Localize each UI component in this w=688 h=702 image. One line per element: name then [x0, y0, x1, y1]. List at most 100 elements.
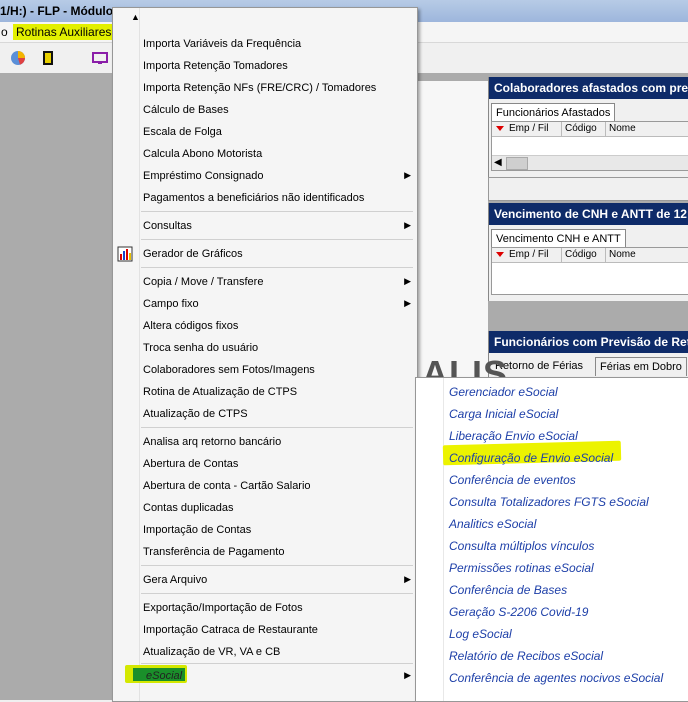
menu-item-colaboradores-sem-fotos[interactable]: Colaboradores sem Fotos/Imagens [113, 360, 417, 380]
submenu-arrow-icon: ▶ [404, 574, 411, 584]
menu-item-campo-fixo[interactable]: Campo fixo ▶ [113, 294, 417, 314]
menu-item-calculo-bases[interactable]: Cálculo de Bases [113, 100, 417, 120]
submenu-item-conferencia-eventos[interactable]: Conferência de eventos [416, 468, 688, 490]
submenu-item-analitics[interactable]: Analitics eSocial [416, 512, 688, 534]
menu-item-label: Atualização de VR, VA e CB [143, 646, 281, 658]
menu-item-atualizacao-ctps[interactable]: Atualização de CTPS [113, 404, 417, 424]
menu-item-abertura-cartao[interactable]: Abertura de conta - Cartão Salario [113, 476, 417, 496]
panel-title: Colaboradores afastados com previ [489, 77, 688, 99]
submenu-item-label: Analitics eSocial [449, 517, 537, 531]
menu-item-label: Troca senha do usuário [143, 342, 259, 354]
submenu-item-conferencia-bases[interactable]: Conferência de Bases [416, 578, 688, 600]
menu-item-rotina-ctps[interactable]: Rotina de Atualização de CTPS [113, 382, 417, 402]
submenu-item-label: Conferência de agentes nocivos eSocial [449, 671, 664, 685]
submenu-item-label: Log eSocial [449, 627, 512, 641]
rotinas-auxiliares-menu: ▲ Importa Variáveis da Frequência Import… [112, 7, 418, 702]
scroll-left-icon[interactable]: ◀ [494, 157, 502, 168]
menu-scroll-up-icon[interactable]: ▲ [131, 12, 140, 22]
menu-item-copia-move[interactable]: Copia / Move / Transfere ▶ [113, 272, 417, 292]
submenu-item-label: Permissões rotinas eSocial [449, 561, 594, 575]
toolbar [0, 43, 120, 73]
submenu-item-carga-inicial[interactable]: Carga Inicial eSocial [416, 402, 688, 424]
menu-item-label: Altera códigos fixos [143, 320, 239, 332]
menu-item-contas-duplicadas[interactable]: Contas duplicadas [113, 498, 417, 518]
submenu-item-gerenciador[interactable]: Gerenciador eSocial [416, 380, 688, 402]
menu-item-importa-variaveis[interactable]: Importa Variáveis da Frequência [113, 34, 417, 54]
data-grid[interactable]: Emp / Fil Código Nome ◀ [491, 121, 688, 171]
submenu-item-totalizadores-fgts[interactable]: Consulta Totalizadores FGTS eSocial [416, 490, 688, 512]
sort-triangle-icon[interactable] [496, 126, 504, 131]
submenu-item-multiplos-vinculos[interactable]: Consulta múltiplos vínculos [416, 534, 688, 556]
menu-item-gerador-graficos[interactable]: Gerador de Gráficos [113, 244, 417, 264]
menu-item-exportacao-fotos[interactable]: Exportação/Importação de Fotos [113, 598, 417, 618]
menu-rotinas-auxiliares[interactable]: Rotinas Auxiliares [13, 24, 115, 40]
col-emp-fil[interactable]: Emp / Fil [506, 122, 562, 136]
tab-funcionarios-afastados[interactable]: Funcionários Afastados [491, 103, 616, 122]
submenu-item-s2206-covid[interactable]: Geração S-2206 Covid-19 [416, 600, 688, 622]
menu-item-consultas[interactable]: Consultas ▶ [113, 216, 417, 236]
menu-item-label: Consultas [143, 220, 192, 232]
panel-cnh-antt: Vencimento de CNH e ANTT de 12 Venciment… [488, 203, 688, 301]
data-grid[interactable]: Emp / Fil Código Nome [491, 247, 688, 295]
submenu-item-agentes-nocivos[interactable]: Conferência de agentes nocivos eSocial [416, 666, 688, 688]
menu-item-label: Atualização de CTPS [143, 408, 248, 420]
menu-item-altera-codigos[interactable]: Altera códigos fixos [113, 316, 417, 336]
menu-item-importacao-contas[interactable]: Importação de Contas [113, 520, 417, 540]
submenu-item-configuracao-envio[interactable]: Configuração de Envio eSocial [416, 446, 688, 468]
menu-item-label: Exportação/Importação de Fotos [143, 602, 303, 614]
menu-item-label: Gera Arquivo [143, 574, 208, 586]
menu-item-abertura-contas[interactable]: Abertura de Contas [113, 454, 417, 474]
chart-pie-icon[interactable] [10, 50, 26, 66]
panel-footer-bar [488, 177, 688, 201]
menu-separator [141, 211, 413, 212]
sort-triangle-icon[interactable] [496, 252, 504, 257]
tab-ferias-dobro[interactable]: Férias em Dobro [595, 357, 687, 376]
col-emp-fil[interactable]: Emp / Fil [506, 248, 562, 262]
horizontal-scrollbar[interactable]: ◀ [492, 155, 688, 170]
submenu-item-label: Conferência de eventos [449, 473, 576, 487]
col-codigo[interactable]: Código [562, 248, 606, 262]
col-nome[interactable]: Nome [606, 248, 688, 262]
menu-item-atualizacao-vr[interactable]: Atualização de VR, VA e CB [113, 642, 417, 662]
menu-item-label: Copia / Move / Transfere [143, 276, 264, 288]
tab-vencimento-cnh[interactable]: Vencimento CNH e ANTT [491, 229, 626, 248]
menu-item-catraca-restaurante[interactable]: Importação Catraca de Restaurante [113, 620, 417, 640]
bar-chart-icon [117, 246, 133, 265]
menu-item-label: Empréstimo Consignado [143, 170, 264, 182]
menu-item-label: Campo fixo [143, 298, 199, 310]
submenu-arrow-icon: ▶ [404, 220, 411, 230]
submenu-item-permissoes[interactable]: Permissões rotinas eSocial [416, 556, 688, 578]
menu-item-label: eSocial [146, 670, 183, 682]
col-codigo[interactable]: Código [562, 122, 606, 136]
menu-item-pagamentos-beneficiarios[interactable]: Pagamentos a beneficiários não identific… [113, 188, 417, 208]
panel-afastados: Colaboradores afastados com previ Funcio… [488, 77, 688, 177]
card-icon[interactable] [40, 50, 56, 66]
submenu-item-label: Relatório de Recibos eSocial [449, 649, 604, 663]
submenu-item-label: Geração S-2206 Covid-19 [449, 605, 589, 619]
grid-header: Emp / Fil Código Nome [492, 248, 688, 263]
menu-separator [141, 267, 413, 268]
monitor-icon[interactable] [92, 50, 108, 66]
menu-item-importa-retencao-nfs[interactable]: Importa Retenção NFs (FRE/CRC) / Tomador… [113, 78, 417, 98]
submenu-item-relatorio-recibos[interactable]: Relatório de Recibos eSocial [416, 644, 688, 666]
menu-item-label: Gerador de Gráficos [143, 248, 243, 260]
menu-item-importa-retencao[interactable]: Importa Retenção Tomadores [113, 56, 417, 76]
menu-item-esocial[interactable]: eSocial ▶ [113, 666, 417, 686]
submenu-item-liberacao-envio[interactable]: Liberação Envio eSocial [416, 424, 688, 446]
scroll-thumb[interactable] [506, 157, 528, 170]
menu-item-label: Transferência de Pagamento [143, 546, 285, 558]
menu-item-left[interactable]: o [0, 24, 11, 40]
menu-item-transferencia-pagamento[interactable]: Transferência de Pagamento [113, 542, 417, 562]
menu-item-analisa-retorno[interactable]: Analisa arq retorno bancário [113, 432, 417, 452]
submenu-item-log[interactable]: Log eSocial [416, 622, 688, 644]
menu-item-gera-arquivo[interactable]: Gera Arquivo ▶ [113, 570, 417, 590]
menu-item-abono-motorista[interactable]: Calcula Abono Motorista [113, 144, 417, 164]
menu-item-emprestimo-consignado[interactable]: Empréstimo Consignado ▶ [113, 166, 417, 186]
menu-item-label: Pagamentos a beneficiários não identific… [143, 192, 365, 204]
col-nome[interactable]: Nome [606, 122, 688, 136]
menu-item-label: Importação Catraca de Restaurante [143, 624, 318, 636]
menu-item-escala-folga[interactable]: Escala de Folga [113, 122, 417, 142]
menu-separator [141, 239, 413, 240]
menu-item-troca-senha[interactable]: Troca senha do usuário [113, 338, 417, 358]
menu-item-label: Abertura de Contas [143, 458, 239, 470]
